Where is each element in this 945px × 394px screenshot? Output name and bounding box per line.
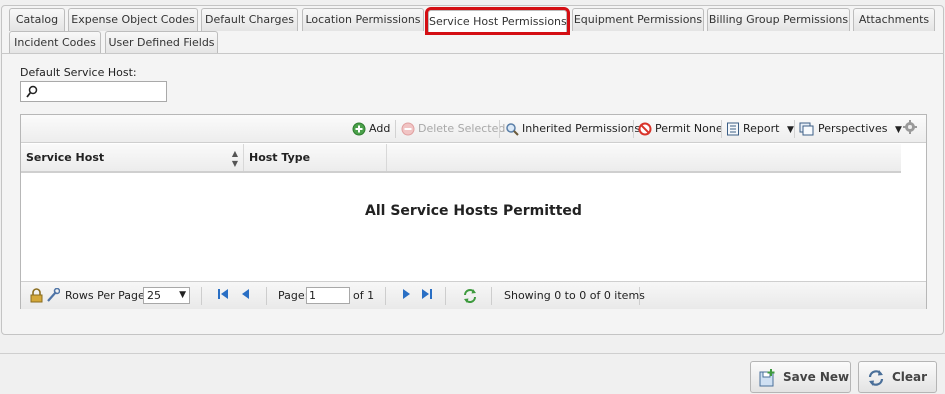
column-label: Host Type (249, 151, 311, 164)
tab-default-charges[interactable]: Default Charges (201, 8, 298, 31)
add-label: Add (369, 122, 391, 135)
page-count-label: of 1 (353, 289, 375, 302)
permit-none-button[interactable]: Permit None (638, 120, 723, 138)
prev-page-icon[interactable] (241, 288, 251, 304)
service-host-grid: Add Delete Selected Inherited Permission… (20, 114, 927, 309)
empty-message: All Service Hosts Permitted (365, 203, 582, 219)
save-new-label: Save New (783, 370, 850, 384)
report-button[interactable]: Report ▼ (726, 120, 794, 138)
grid-header: Service Host ▲ ▼ Host Type (21, 144, 901, 173)
no-entry-icon (638, 122, 652, 136)
search-icon (26, 85, 38, 98)
perspectives-icon (799, 122, 814, 136)
last-page-icon[interactable] (421, 288, 433, 304)
pager-separator (385, 287, 386, 305)
clear-label: Clear (892, 370, 928, 384)
pager-separator (639, 287, 640, 305)
rows-per-page-select[interactable]: 25 ▼ (143, 287, 190, 304)
add-button[interactable]: Add (352, 120, 390, 138)
chevron-down-icon: ▼ (894, 125, 902, 135)
default-service-host-input[interactable] (20, 81, 167, 102)
sort-icon: ▲ ▼ (231, 149, 238, 168)
permit-none-label: Permit None (655, 122, 723, 135)
page-number-input[interactable]: 1 (306, 287, 350, 304)
tab-attachments[interactable]: Attachments (853, 8, 935, 31)
delete-selected-label: Delete Selected (418, 122, 506, 135)
tab-expense-object-codes[interactable]: Expense Object Codes (68, 8, 198, 31)
clear-button[interactable]: Clear (858, 361, 937, 393)
tab-catalog[interactable]: Catalog (9, 8, 65, 31)
report-label: Report (743, 122, 780, 135)
column-header-host-type[interactable]: Host Type (244, 144, 387, 171)
magnifier-icon (506, 123, 519, 136)
pager-separator (201, 287, 202, 305)
toolbar-separator (721, 120, 722, 138)
rows-per-page-label: Rows Per Page: (65, 289, 149, 302)
perspectives-label: Perspectives (818, 122, 888, 135)
wrench-icon[interactable] (46, 287, 61, 304)
pager-separator (266, 287, 267, 305)
tab-incident-codes[interactable]: Incident Codes (9, 31, 101, 54)
perspectives-button[interactable]: Perspectives ▼ (799, 120, 902, 138)
first-page-icon[interactable] (217, 288, 229, 304)
settings-gear-icon (903, 120, 917, 134)
add-icon (352, 122, 366, 136)
rows-per-page-value: 25 (147, 289, 161, 302)
tab-location-permissions[interactable]: Location Permissions (302, 8, 424, 31)
page-number-value: 1 (309, 289, 316, 302)
report-icon (727, 122, 739, 136)
pager-separator (491, 287, 492, 305)
showing-items-label: Showing 0 to 0 of 0 items (504, 289, 645, 302)
column-header-service-host[interactable]: Service Host ▲ ▼ (21, 144, 244, 171)
pager: Rows Per Page: 25 ▼ Page: 1 of 1 Showing… (21, 281, 926, 309)
save-new-button[interactable]: Save New (750, 361, 851, 393)
toolbar-separator (794, 120, 795, 138)
save-new-icon (759, 369, 775, 387)
tab-billing-group-permissions[interactable]: Billing Group Permissions (707, 8, 850, 31)
grid-toolbar: Add Delete Selected Inherited Permission… (21, 115, 926, 143)
page-label: Page: (278, 289, 309, 302)
footer-divider (0, 353, 945, 354)
refresh-icon[interactable] (462, 288, 478, 304)
inherited-permissions-button[interactable]: Inherited Permissions (505, 120, 640, 138)
default-service-host-label: Default Service Host: (20, 66, 137, 79)
tab-equipment-permissions[interactable]: Equipment Permissions (572, 8, 704, 31)
toolbar-separator (395, 120, 396, 138)
gear-icon[interactable] (903, 120, 917, 138)
chevron-down-icon: ▼ (179, 290, 186, 300)
tabs-divider (1, 53, 944, 54)
delete-selected-button[interactable]: Delete Selected (401, 120, 505, 138)
next-page-icon[interactable] (401, 288, 411, 304)
clear-refresh-icon (868, 370, 884, 386)
tab-user-defined-fields[interactable]: User Defined Fields (105, 31, 218, 54)
lock-icon[interactable] (30, 288, 43, 304)
delete-icon (401, 122, 415, 136)
toolbar-separator (499, 120, 500, 138)
chevron-down-icon: ▼ (786, 125, 794, 135)
inherited-permissions-label: Inherited Permissions (522, 122, 641, 135)
toolbar-separator (633, 120, 634, 138)
column-label: Service Host (26, 151, 105, 164)
pager-separator (445, 287, 446, 305)
tab-service-host-permissions[interactable]: Service Host Permissions (425, 7, 570, 35)
